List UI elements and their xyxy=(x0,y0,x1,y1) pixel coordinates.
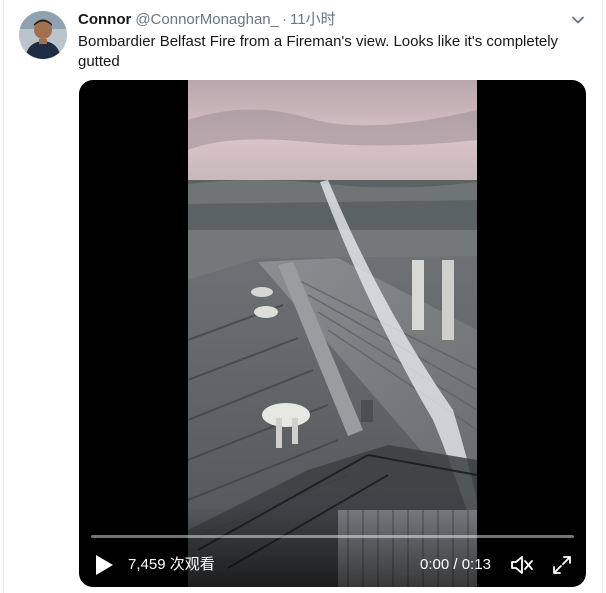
view-count: 7,459 次观看 xyxy=(128,556,215,573)
header-separator: · xyxy=(282,11,287,28)
video-progress-bar[interactable] xyxy=(91,535,574,538)
tweet-header: Connor @ConnorMonaghan_ · 11小时 xyxy=(78,11,336,29)
tweet-text: Bombardier Belfast Fire from a Fireman's… xyxy=(78,33,559,70)
play-icon[interactable] xyxy=(93,553,115,577)
frame-border-left xyxy=(3,0,4,593)
chevron-down-icon[interactable] xyxy=(570,12,586,28)
author-name[interactable]: Connor xyxy=(78,11,131,28)
video-timecode: 0:00 / 0:13 xyxy=(420,556,491,574)
frame-border-right xyxy=(602,0,603,593)
avatar[interactable] xyxy=(19,11,67,59)
video-player[interactable]: 7,459 次观看 0:00 / 0:13 xyxy=(79,80,586,587)
time-divider: / xyxy=(453,556,458,573)
tweet-timestamp[interactable]: 11小时 xyxy=(290,11,336,28)
author-handle[interactable]: @ConnorMonaghan_ xyxy=(135,11,279,28)
volume-muted-icon[interactable] xyxy=(510,554,534,576)
current-time: 0:00 xyxy=(420,556,450,573)
fullscreen-icon[interactable] xyxy=(551,554,573,576)
duration: 0:13 xyxy=(461,556,491,573)
